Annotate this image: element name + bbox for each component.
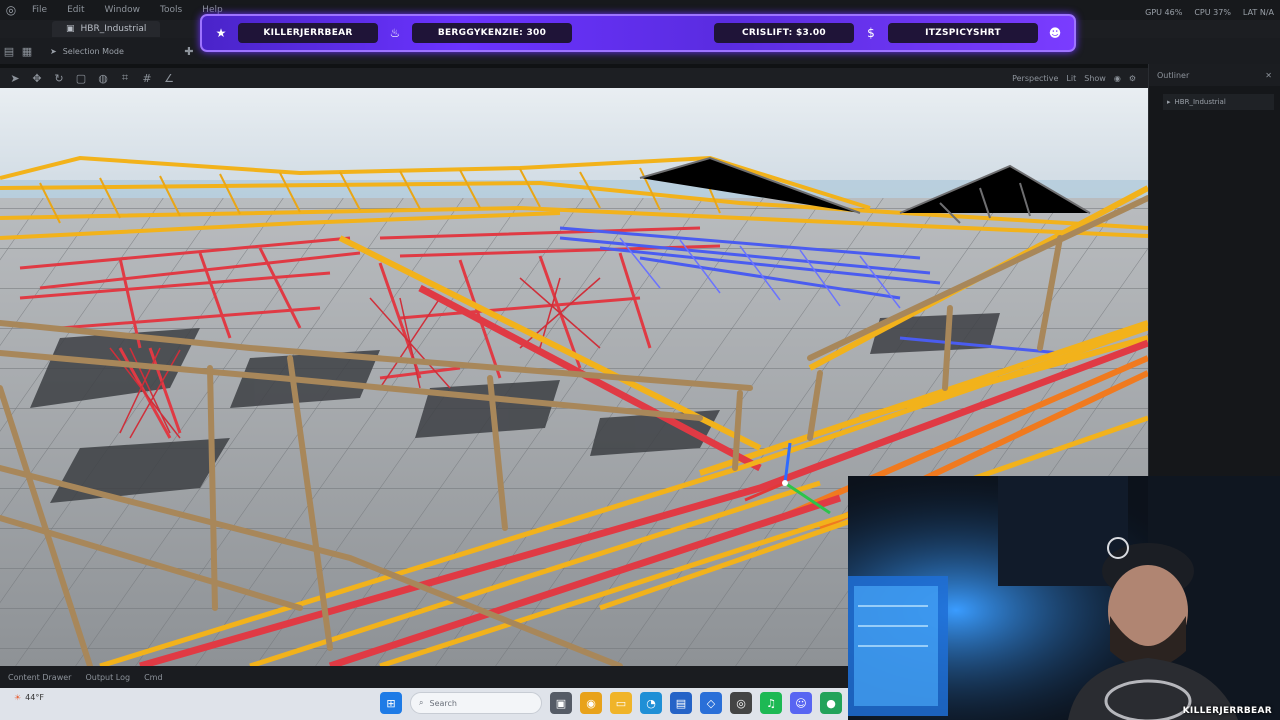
star-icon: ★ <box>215 26 227 40</box>
menu-window[interactable]: Window <box>95 5 151 15</box>
scale-icon[interactable]: ▢ <box>72 69 90 87</box>
start-icon[interactable]: ⊞ <box>380 692 402 714</box>
performance-hud: GPU 46% CPU 37% LAT N/A <box>1145 8 1274 17</box>
snap-icon[interactable]: ⌗ <box>116 69 134 87</box>
viewport-toolbar: ➤ ✥ ↻ ▢ ◍ ⌗ # ∠ Perspective Lit Show ◉ ⚙ <box>0 68 1148 88</box>
selection-mode-label: Selection Mode <box>62 46 124 56</box>
show-button[interactable]: Show <box>1084 74 1106 83</box>
weather-icon: ☀ <box>14 693 22 702</box>
store-icon[interactable]: ▤ <box>670 692 692 714</box>
gpu-readout: GPU 46% <box>1145 8 1183 17</box>
document-tab-label: HBR_Industrial <box>80 24 147 34</box>
banner-segment-1: KILLERJERRBEAR <box>238 23 378 43</box>
world-icon[interactable]: ◍ <box>94 69 112 87</box>
document-tab[interactable]: ▣ HBR_Industrial <box>52 21 161 37</box>
spotify-icon[interactable]: ♫ <box>760 692 782 714</box>
selection-mode-button[interactable]: ➤ Selection Mode <box>44 45 130 58</box>
fire-icon: ♨ <box>389 26 401 40</box>
taskbar-search[interactable]: ⌕ Search <box>410 692 542 714</box>
menu-file[interactable]: File <box>22 5 57 15</box>
content-drawer-button[interactable]: Content Drawer <box>8 673 71 682</box>
perspective-button[interactable]: Perspective <box>1012 74 1058 83</box>
camera-icon[interactable]: ◉ <box>1114 74 1121 83</box>
rotate-icon[interactable]: ↻ <box>50 69 68 87</box>
settings-icon[interactable]: ⚙ <box>1129 74 1136 83</box>
stream-alert-banner: ★ KILLERJERRBEAR ♨ BERGGYKENZIE: 300 CRI… <box>200 14 1076 52</box>
cursor-icon: ➤ <box>50 46 57 56</box>
webcam-name-label: KILLERJERRBEAR <box>1182 706 1272 716</box>
webcam-feed <box>848 476 1280 720</box>
level-icon: ▣ <box>66 24 75 34</box>
content-icon[interactable]: ▦ <box>18 42 36 60</box>
vscode-icon[interactable]: ◇ <box>700 692 722 714</box>
cmd-input[interactable]: Cmd <box>144 673 162 682</box>
chrome-icon[interactable]: ◉ <box>580 692 602 714</box>
dollar-icon: $ <box>867 26 875 40</box>
add-icon[interactable]: ✚ <box>180 42 198 60</box>
select-icon[interactable]: ➤ <box>6 69 24 87</box>
menu-tools[interactable]: Tools <box>150 5 192 15</box>
latency-readout: LAT N/A <box>1242 8 1274 17</box>
banner-segment-3: CRISLIFT: $3.00 <box>714 23 854 43</box>
move-icon[interactable]: ✥ <box>28 69 46 87</box>
weather-widget[interactable]: ☀ 44°F <box>14 693 44 702</box>
webcam-overlay: KILLERJERRBEAR <box>848 476 1280 720</box>
unreal-taskbar-icon[interactable]: ◎ <box>730 692 752 714</box>
person-icon: ☻ <box>1048 26 1062 40</box>
banner-segment-2: BERGGYKENZIE: 300 <box>412 23 572 43</box>
unreal-logo-icon[interactable]: ◎ <box>0 0 22 20</box>
output-log-button[interactable]: Output Log <box>85 673 130 682</box>
editor-status-bar: Content Drawer Output Log Cmd <box>0 666 848 688</box>
save-icon[interactable]: ▤ <box>0 42 18 60</box>
outliner-item-label: HBR_Industrial <box>1174 98 1226 106</box>
grid-icon[interactable]: # <box>138 69 156 87</box>
taskview-icon[interactable]: ▣ <box>550 692 572 714</box>
weather-temp: 44°F <box>25 693 44 702</box>
outliner-header: Outliner ✕ <box>1149 64 1280 86</box>
banner-segment-4: ITZSPICYSHRT <box>888 23 1038 43</box>
discord-icon[interactable]: ☺ <box>790 692 812 714</box>
menu-edit[interactable]: Edit <box>57 5 94 15</box>
angle-icon[interactable]: ∠ <box>160 69 178 87</box>
close-icon[interactable]: ✕ <box>1265 71 1272 80</box>
edge-icon[interactable]: ◔ <box>640 692 662 714</box>
level-icon: ▸ <box>1167 98 1171 106</box>
outliner-panel: Outliner ✕ ▸ HBR_Industrial <box>1148 64 1280 476</box>
taskbar-apps: ⊞ ⌕ Search ▣ ◉ ▭ ◔ ▤ ◇ ◎ ♫ ☺ ● <box>380 692 842 714</box>
outliner-title: Outliner <box>1157 70 1190 80</box>
folder-icon[interactable]: ▭ <box>610 692 632 714</box>
obs-icon[interactable]: ● <box>820 692 842 714</box>
search-icon: ⌕ <box>419 698 424 707</box>
outliner-item[interactable]: ▸ HBR_Industrial <box>1163 94 1274 110</box>
screen: ◎ File Edit Window Tools Help ▣ HBR_Indu… <box>0 0 1280 720</box>
cpu-readout: CPU 37% <box>1194 8 1231 17</box>
lit-button[interactable]: Lit <box>1066 74 1076 83</box>
search-placeholder: Search <box>429 698 457 708</box>
